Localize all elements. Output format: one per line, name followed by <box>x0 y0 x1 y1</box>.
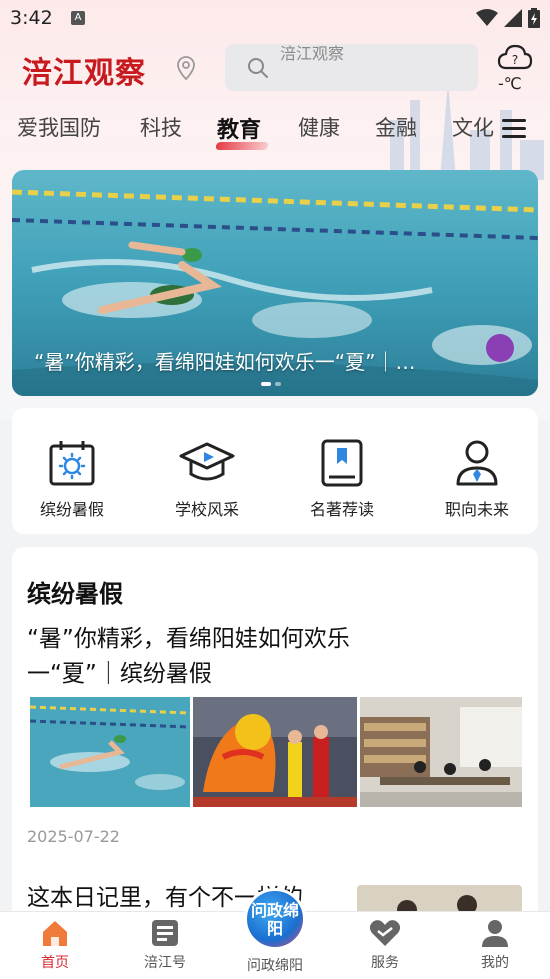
wenzheng-badge[interactable]: 问政绵阳 <box>244 888 306 950</box>
book-bookmark-icon <box>321 439 363 487</box>
section-title[interactable]: 缤纷暑假 <box>27 574 123 609</box>
tab-education[interactable]: 教育 <box>217 112 261 144</box>
search-placeholder: 涪江观察 <box>280 44 345 63</box>
tab-national-defense[interactable]: 爱我国防 <box>17 112 101 142</box>
banner-carousel[interactable]: “暑”你精彩，看绵阳娃如何欢乐一“夏”｜… <box>12 170 538 396</box>
channel-tabs: 爱我国防 科技 教育 健康 金融 文化 <box>0 104 550 152</box>
carousel-dots <box>261 382 281 386</box>
article-title[interactable]: “暑”你精彩，看绵阳娃如何欢乐一“夏”｜缤纷暑假 <box>27 622 417 692</box>
weather-temperature: -℃ <box>498 74 522 93</box>
banner-caption: “暑”你精彩，看绵阳娃如何欢乐一“夏”｜… <box>34 350 416 374</box>
nav-label: 服务 <box>371 955 399 971</box>
weather-widget[interactable]: ? -℃ <box>495 42 535 94</box>
calendar-sun-icon <box>49 441 95 486</box>
home-icon <box>43 921 67 946</box>
cloud-question-icon: ? <box>497 44 533 70</box>
graduation-cap-icon <box>179 442 235 481</box>
grid-card-icon <box>152 920 178 946</box>
article-date: 2025-07-22 <box>27 827 120 846</box>
nav-service[interactable]: 服务 <box>345 918 425 972</box>
quick-link-label: 缤纷暑假 <box>39 500 104 519</box>
status-time: 3:42 <box>10 7 53 29</box>
svg-text:?: ? <box>512 53 518 67</box>
wifi-icon <box>476 9 498 26</box>
search-icon <box>248 58 268 78</box>
carousel-dot-active <box>261 382 271 386</box>
nav-home[interactable]: 首页 <box>15 918 95 972</box>
nav-fujiang-hao[interactable]: 涪江号 <box>125 918 205 972</box>
nav-label: 涪江号 <box>144 955 186 971</box>
tab-health[interactable]: 健康 <box>298 112 340 142</box>
tab-finance[interactable]: 金融 <box>375 112 417 142</box>
heart-icon <box>369 920 401 946</box>
app-logo[interactable]: 涪江观察 <box>22 48 146 92</box>
carousel-dot <box>275 382 281 386</box>
status-bar: 3:42 A <box>0 0 550 36</box>
person-tie-icon <box>456 440 498 486</box>
thumbnail-swimming <box>30 697 190 807</box>
thumbnail-library <box>360 697 522 807</box>
nav-label: 我的 <box>481 955 509 971</box>
quick-links-card: 缤纷暑假 学校风采 名著荐读 职向未来 <box>12 408 538 534</box>
search-box[interactable]: 涪江观察 <box>225 44 478 91</box>
location-pin-icon[interactable] <box>177 56 195 80</box>
article-thumbnails[interactable] <box>30 697 522 807</box>
quick-link-label: 名著荐读 <box>309 500 374 519</box>
nav-label: 首页 <box>41 955 69 971</box>
tab-culture[interactable]: 文化 <box>452 112 496 142</box>
nav-label-wenzheng[interactable]: 问政绵阳 <box>235 955 315 975</box>
quick-link-books[interactable]: 名著荐读 <box>282 438 402 520</box>
status-icons <box>476 8 540 28</box>
active-tab-indicator <box>215 142 269 150</box>
signal-icon <box>504 9 522 27</box>
user-icon <box>482 920 508 947</box>
menu-icon[interactable] <box>500 116 528 140</box>
notification-a-icon: A <box>71 11 85 25</box>
app-header: 涪江观察 涪江观察 ? -℃ <box>0 40 550 96</box>
battery-icon <box>528 8 540 28</box>
thumbnail-lion-dance <box>193 697 357 807</box>
tab-technology[interactable]: 科技 <box>140 112 182 142</box>
quick-link-label: 职向未来 <box>444 500 509 519</box>
nav-mine[interactable]: 我的 <box>455 918 535 972</box>
quick-link-label: 学校风采 <box>174 500 239 519</box>
quick-link-career[interactable]: 职向未来 <box>417 438 537 520</box>
quick-link-school[interactable]: 学校风采 <box>147 438 267 520</box>
quick-link-summer[interactable]: 缤纷暑假 <box>12 438 132 520</box>
